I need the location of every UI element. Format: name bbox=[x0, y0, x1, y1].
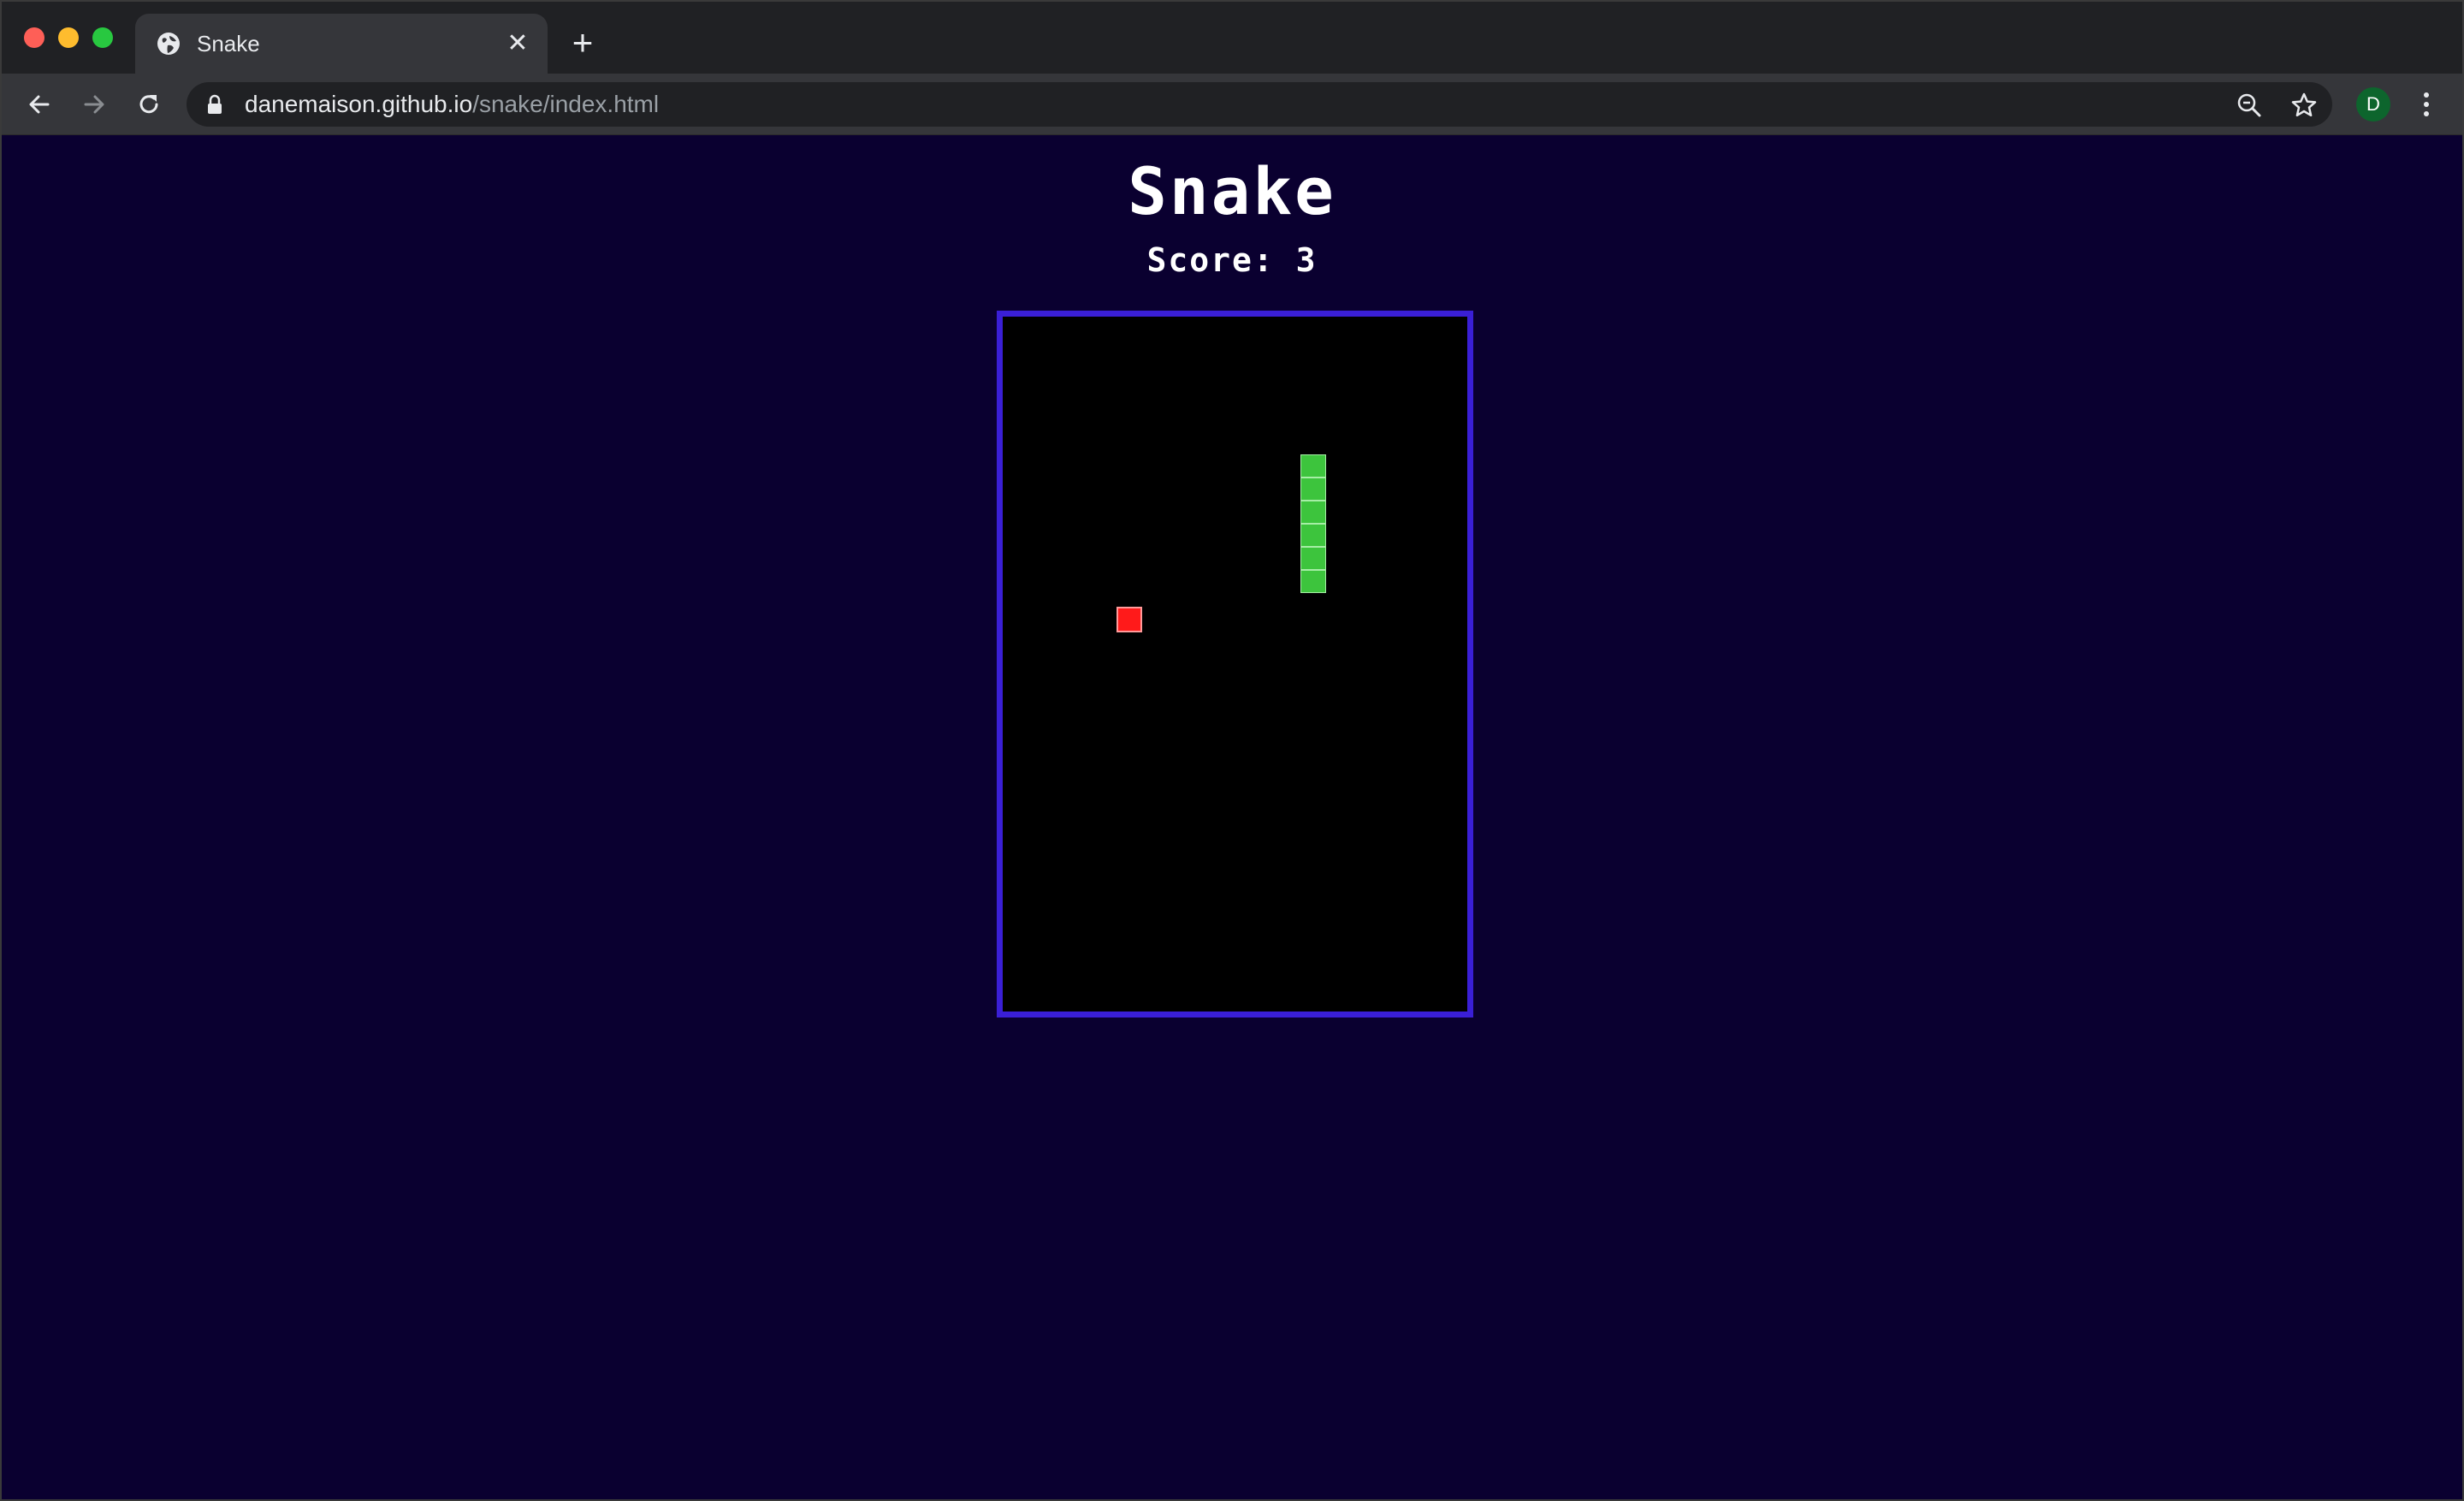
score-label: Score: bbox=[1146, 241, 1275, 279]
reload-icon bbox=[139, 95, 158, 114]
tab-title: Snake bbox=[197, 31, 260, 56]
score-value: 3 bbox=[1295, 241, 1318, 279]
url-host: danemaison.github.io bbox=[245, 91, 473, 117]
browser-window: Snake ✕ + danemaison.github.io/snake/ind… bbox=[0, 0, 2464, 1501]
snake-segment bbox=[1300, 524, 1326, 547]
game-board[interactable] bbox=[997, 311, 1473, 1017]
minimize-window-button[interactable] bbox=[58, 27, 79, 48]
globe-icon bbox=[157, 33, 180, 55]
zoom-window-button[interactable] bbox=[92, 27, 113, 48]
snake-segment bbox=[1300, 454, 1326, 478]
back-arrow-icon bbox=[29, 95, 50, 114]
address-bar[interactable]: danemaison.github.io/snake/index.html bbox=[187, 82, 2332, 127]
tab-close-icon[interactable]: ✕ bbox=[503, 29, 532, 58]
url-text[interactable]: danemaison.github.io/snake/index.html bbox=[245, 92, 659, 117]
tab-strip: Snake ✕ + bbox=[2, 2, 2462, 74]
game-title: Snake bbox=[1128, 153, 1336, 229]
close-window-button[interactable] bbox=[24, 27, 44, 48]
snake-segment bbox=[1300, 501, 1326, 524]
snake-segment bbox=[1300, 547, 1326, 570]
tab-snake[interactable]: Snake ✕ bbox=[135, 14, 548, 74]
new-tab-button[interactable]: + bbox=[566, 25, 599, 61]
snake-segment bbox=[1300, 570, 1326, 593]
browser-toolbar: danemaison.github.io/snake/index.html D bbox=[2, 74, 2462, 135]
lock-icon bbox=[208, 94, 222, 114]
score-display: Score: 3 bbox=[2, 240, 2462, 280]
forward-button[interactable] bbox=[75, 86, 113, 123]
url-path: /snake/index.html bbox=[472, 91, 660, 117]
forward-arrow-icon bbox=[84, 95, 104, 114]
food-pellet bbox=[1116, 607, 1142, 632]
profile-avatar[interactable]: D bbox=[2356, 87, 2390, 122]
reload-button[interactable] bbox=[130, 86, 168, 123]
kebab-menu-icon[interactable] bbox=[2416, 86, 2437, 123]
star-icon[interactable] bbox=[2289, 91, 2319, 120]
zoom-icon[interactable] bbox=[2235, 91, 2264, 120]
back-button[interactable] bbox=[21, 86, 58, 123]
snake-segment bbox=[1300, 478, 1326, 501]
page-content: Snake Score: 3 bbox=[2, 136, 2462, 1499]
